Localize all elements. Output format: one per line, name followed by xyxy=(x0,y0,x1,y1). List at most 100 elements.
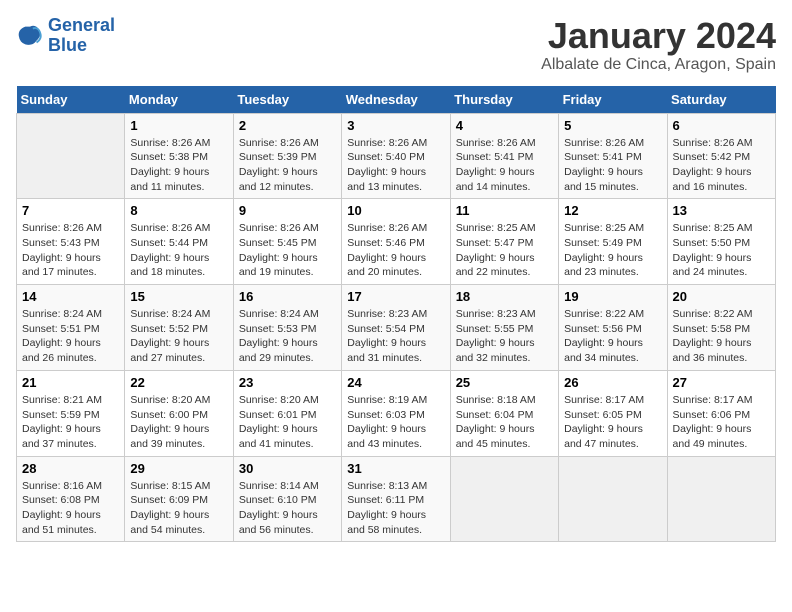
day-info: Sunrise: 8:22 AM Sunset: 5:56 PM Dayligh… xyxy=(564,307,661,366)
calendar-cell: 21 Sunrise: 8:21 AM Sunset: 5:59 PM Dayli… xyxy=(17,370,125,456)
day-number: 10 xyxy=(347,203,444,218)
day-number: 31 xyxy=(347,461,444,476)
calendar-cell: 25 Sunrise: 8:18 AM Sunset: 6:04 PM Dayli… xyxy=(450,370,558,456)
day-number: 20 xyxy=(673,289,770,304)
day-number: 3 xyxy=(347,118,444,133)
day-number: 29 xyxy=(130,461,227,476)
calendar-week-4: 21 Sunrise: 8:21 AM Sunset: 5:59 PM Dayli… xyxy=(17,370,776,456)
day-number: 2 xyxy=(239,118,336,133)
day-info: Sunrise: 8:26 AM Sunset: 5:40 PM Dayligh… xyxy=(347,136,444,195)
day-info: Sunrise: 8:21 AM Sunset: 5:59 PM Dayligh… xyxy=(22,393,119,452)
day-info: Sunrise: 8:26 AM Sunset: 5:43 PM Dayligh… xyxy=(22,221,119,280)
calendar-cell: 1 Sunrise: 8:26 AM Sunset: 5:38 PM Daylig… xyxy=(125,113,233,199)
day-number: 15 xyxy=(130,289,227,304)
day-number: 23 xyxy=(239,375,336,390)
calendar-cell xyxy=(17,113,125,199)
calendar-cell: 8Sunrise: 8:26 AM Sunset: 5:44 PM Daylig… xyxy=(125,199,233,285)
day-info: Sunrise: 8:24 AM Sunset: 5:52 PM Dayligh… xyxy=(130,307,227,366)
day-number: 19 xyxy=(564,289,661,304)
day-number: 6 xyxy=(673,118,770,133)
day-info: Sunrise: 8:26 AM Sunset: 5:38 PM Dayligh… xyxy=(130,136,227,195)
day-number: 4 xyxy=(456,118,553,133)
day-number: 7 xyxy=(22,203,119,218)
day-info: Sunrise: 8:24 AM Sunset: 5:53 PM Dayligh… xyxy=(239,307,336,366)
day-info: Sunrise: 8:15 AM Sunset: 6:09 PM Dayligh… xyxy=(130,479,227,538)
weekday-header-row: SundayMondayTuesdayWednesdayThursdayFrid… xyxy=(17,86,776,114)
calendar-cell: 24 Sunrise: 8:19 AM Sunset: 6:03 PM Dayli… xyxy=(342,370,450,456)
day-info: Sunrise: 8:19 AM Sunset: 6:03 PM Dayligh… xyxy=(347,393,444,452)
weekday-header-saturday: Saturday xyxy=(667,86,775,114)
calendar-cell: 29 Sunrise: 8:15 AM Sunset: 6:09 PM Dayli… xyxy=(125,456,233,542)
calendar-cell: 13Sunrise: 8:25 AM Sunset: 5:50 PM Dayli… xyxy=(667,199,775,285)
day-info: Sunrise: 8:26 AM Sunset: 5:41 PM Dayligh… xyxy=(456,136,553,195)
day-number: 22 xyxy=(130,375,227,390)
calendar-cell xyxy=(559,456,667,542)
day-info: Sunrise: 8:17 AM Sunset: 6:05 PM Dayligh… xyxy=(564,393,661,452)
weekday-header-monday: Monday xyxy=(125,86,233,114)
day-info: Sunrise: 8:26 AM Sunset: 5:39 PM Dayligh… xyxy=(239,136,336,195)
day-number: 26 xyxy=(564,375,661,390)
weekday-header-sunday: Sunday xyxy=(17,86,125,114)
calendar-cell: 5 Sunrise: 8:26 AM Sunset: 5:41 PM Daylig… xyxy=(559,113,667,199)
day-number: 16 xyxy=(239,289,336,304)
logo-text-block: General Blue xyxy=(48,16,115,56)
month-title: January 2024 xyxy=(541,16,776,56)
day-number: 25 xyxy=(456,375,553,390)
calendar-header: SundayMondayTuesdayWednesdayThursdayFrid… xyxy=(17,86,776,114)
calendar-cell: 12Sunrise: 8:25 AM Sunset: 5:49 PM Dayli… xyxy=(559,199,667,285)
calendar-body: 1 Sunrise: 8:26 AM Sunset: 5:38 PM Daylig… xyxy=(17,113,776,542)
day-info: Sunrise: 8:25 AM Sunset: 5:47 PM Dayligh… xyxy=(456,221,553,280)
day-number: 9 xyxy=(239,203,336,218)
calendar-table: SundayMondayTuesdayWednesdayThursdayFrid… xyxy=(16,86,776,543)
calendar-cell xyxy=(450,456,558,542)
day-info: Sunrise: 8:22 AM Sunset: 5:58 PM Dayligh… xyxy=(673,307,770,366)
calendar-cell: 2 Sunrise: 8:26 AM Sunset: 5:39 PM Daylig… xyxy=(233,113,341,199)
day-number: 5 xyxy=(564,118,661,133)
calendar-cell: 16 Sunrise: 8:24 AM Sunset: 5:53 PM Dayli… xyxy=(233,285,341,371)
calendar-cell: 22 Sunrise: 8:20 AM Sunset: 6:00 PM Dayli… xyxy=(125,370,233,456)
calendar-cell: 4 Sunrise: 8:26 AM Sunset: 5:41 PM Daylig… xyxy=(450,113,558,199)
day-info: Sunrise: 8:26 AM Sunset: 5:42 PM Dayligh… xyxy=(673,136,770,195)
day-number: 24 xyxy=(347,375,444,390)
day-info: Sunrise: 8:23 AM Sunset: 5:54 PM Dayligh… xyxy=(347,307,444,366)
logo-general: General xyxy=(48,15,115,35)
calendar-cell: 23 Sunrise: 8:20 AM Sunset: 6:01 PM Dayli… xyxy=(233,370,341,456)
day-number: 17 xyxy=(347,289,444,304)
day-number: 1 xyxy=(130,118,227,133)
location-title: Albalate de Cinca, Aragon, Spain xyxy=(541,56,776,74)
calendar-cell: 18Sunrise: 8:23 AM Sunset: 5:55 PM Dayli… xyxy=(450,285,558,371)
day-info: Sunrise: 8:25 AM Sunset: 5:49 PM Dayligh… xyxy=(564,221,661,280)
calendar-cell: 27Sunrise: 8:17 AM Sunset: 6:06 PM Dayli… xyxy=(667,370,775,456)
day-number: 30 xyxy=(239,461,336,476)
calendar-cell: 11 Sunrise: 8:25 AM Sunset: 5:47 PM Dayli… xyxy=(450,199,558,285)
day-number: 13 xyxy=(673,203,770,218)
day-number: 18 xyxy=(456,289,553,304)
day-info: Sunrise: 8:26 AM Sunset: 5:41 PM Dayligh… xyxy=(564,136,661,195)
day-number: 27 xyxy=(673,375,770,390)
calendar-cell: 9 Sunrise: 8:26 AM Sunset: 5:45 PM Daylig… xyxy=(233,199,341,285)
calendar-cell: 31Sunrise: 8:13 AM Sunset: 6:11 PM Dayli… xyxy=(342,456,450,542)
logo: General Blue xyxy=(16,16,115,56)
title-section: January 2024 Albalate de Cinca, Aragon, … xyxy=(541,16,776,74)
day-number: 21 xyxy=(22,375,119,390)
calendar-week-3: 14Sunrise: 8:24 AM Sunset: 5:51 PM Dayli… xyxy=(17,285,776,371)
calendar-cell: 28Sunrise: 8:16 AM Sunset: 6:08 PM Dayli… xyxy=(17,456,125,542)
day-info: Sunrise: 8:18 AM Sunset: 6:04 PM Dayligh… xyxy=(456,393,553,452)
calendar-cell: 3 Sunrise: 8:26 AM Sunset: 5:40 PM Daylig… xyxy=(342,113,450,199)
calendar-cell: 20 Sunrise: 8:22 AM Sunset: 5:58 PM Dayli… xyxy=(667,285,775,371)
calendar-cell: 14Sunrise: 8:24 AM Sunset: 5:51 PM Dayli… xyxy=(17,285,125,371)
header: General Blue January 2024 Albalate de Ci… xyxy=(16,16,776,74)
calendar-week-1: 1 Sunrise: 8:26 AM Sunset: 5:38 PM Daylig… xyxy=(17,113,776,199)
calendar-cell: 7 Sunrise: 8:26 AM Sunset: 5:43 PM Daylig… xyxy=(17,199,125,285)
day-number: 11 xyxy=(456,203,553,218)
day-info: Sunrise: 8:26 AM Sunset: 5:45 PM Dayligh… xyxy=(239,221,336,280)
calendar-week-5: 28Sunrise: 8:16 AM Sunset: 6:08 PM Dayli… xyxy=(17,456,776,542)
day-info: Sunrise: 8:26 AM Sunset: 5:46 PM Dayligh… xyxy=(347,221,444,280)
day-info: Sunrise: 8:20 AM Sunset: 6:00 PM Dayligh… xyxy=(130,393,227,452)
weekday-header-tuesday: Tuesday xyxy=(233,86,341,114)
day-info: Sunrise: 8:14 AM Sunset: 6:10 PM Dayligh… xyxy=(239,479,336,538)
weekday-header-friday: Friday xyxy=(559,86,667,114)
logo-blue-text: Blue xyxy=(48,36,115,56)
day-info: Sunrise: 8:20 AM Sunset: 6:01 PM Dayligh… xyxy=(239,393,336,452)
day-number: 8 xyxy=(130,203,227,218)
